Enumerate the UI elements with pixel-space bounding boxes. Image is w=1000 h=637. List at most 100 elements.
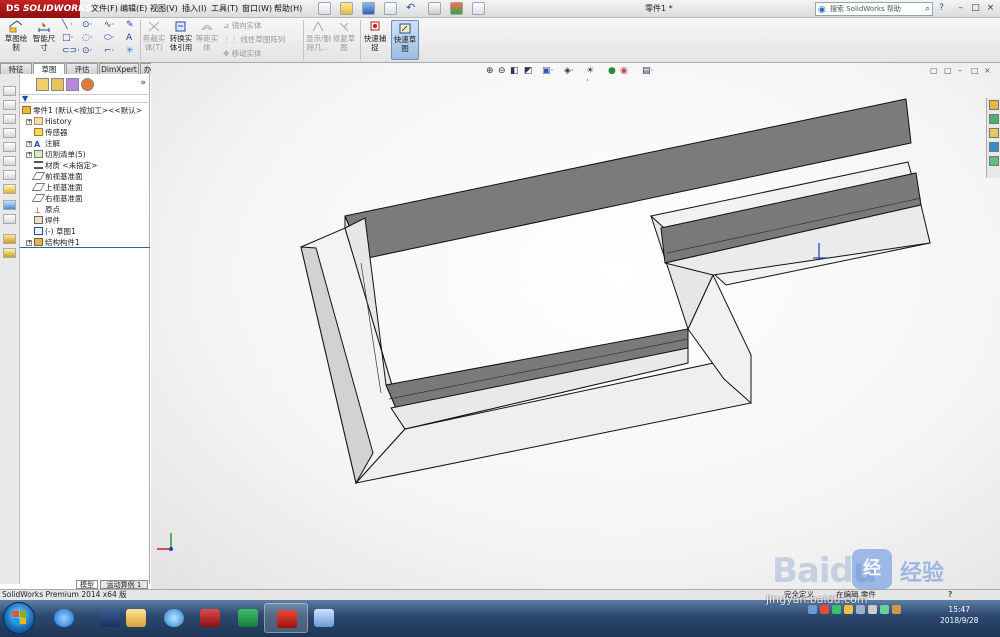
minimize-button[interactable]: – <box>955 3 966 13</box>
rapid-sketch-button[interactable]: 快速草 图 <box>391 20 419 60</box>
view-palette-icon[interactable] <box>989 142 999 152</box>
close-button[interactable]: × <box>985 3 996 13</box>
ellipse-icon[interactable]: ⬭· <box>104 33 115 43</box>
quick-snaps-button[interactable]: 快速捕 捉 <box>363 20 387 52</box>
filter-icon[interactable]: ▼ <box>22 94 28 103</box>
taskbar-ie[interactable] <box>42 603 86 633</box>
display-manager-tab-icon[interactable] <box>81 78 94 91</box>
tree-item-origin[interactable]: ⊥ 原点 <box>34 205 60 215</box>
tree-item-sensors[interactable]: 传感器 <box>34 128 68 138</box>
feature-tree-tab-icon[interactable] <box>36 78 49 91</box>
start-button[interactable] <box>3 602 35 634</box>
expand-icon[interactable]: + <box>26 152 32 158</box>
tree-item-front-plane[interactable]: 前视基准面 <box>31 172 83 182</box>
tray-volume-icon[interactable] <box>856 605 865 614</box>
smart-dimension-button[interactable]: 智能尺 寸 <box>31 20 57 52</box>
save-icon[interactable] <box>362 2 375 15</box>
tab-model[interactable]: 模型 <box>76 580 98 589</box>
structural-member-icon[interactable] <box>3 100 16 110</box>
gusset-icon[interactable] <box>3 142 16 152</box>
taskbar-clock[interactable]: 15:47 2018/9/28 <box>940 604 978 626</box>
design-library-icon[interactable] <box>989 114 999 124</box>
expand-icon[interactable]: + <box>26 119 32 125</box>
construction-point-icon[interactable]: ✳ <box>126 46 134 56</box>
appearances-icon[interactable] <box>989 156 999 166</box>
reference-geometry-icon[interactable] <box>3 234 16 244</box>
tray-notification-icon[interactable] <box>844 605 853 614</box>
feature-filter[interactable]: ▼ <box>20 94 150 103</box>
display-delete-relations-button[interactable]: 显示/删 除几... <box>306 20 331 52</box>
tray-update-icon[interactable] <box>832 605 841 614</box>
rollback-bar[interactable] <box>20 247 150 248</box>
new-document-icon[interactable] <box>318 2 331 15</box>
restore-button[interactable]: □ <box>970 3 981 13</box>
weldment-frame-model[interactable] <box>151 63 1000 589</box>
line-icon[interactable]: ╲ · <box>62 20 73 30</box>
menu-insert[interactable]: 插入(I) <box>182 3 207 14</box>
magnifier-icon[interactable]: ⌕ <box>925 3 930 15</box>
sketch-button[interactable]: 草图绘 制 <box>3 20 29 52</box>
curves-icon[interactable] <box>3 248 16 258</box>
repair-sketch-button[interactable]: 修复草 图 <box>332 20 356 52</box>
menu-window[interactable]: 窗口(W) <box>242 3 272 14</box>
menu-help[interactable]: 帮助(H) <box>274 3 302 14</box>
tray-antivirus-icon[interactable] <box>820 605 829 614</box>
tray-flag-icon[interactable] <box>868 605 877 614</box>
circle-icon[interactable]: ⊙· <box>82 20 92 30</box>
tree-item-history[interactable]: + History <box>26 117 72 127</box>
menu-file[interactable]: 文件(F) <box>91 3 118 14</box>
open-folder-icon[interactable] <box>340 2 353 15</box>
weldment-icon[interactable] <box>3 86 16 96</box>
spline-icon[interactable]: ∿· <box>104 20 114 30</box>
tree-item-top-plane[interactable]: 上视基准面 <box>31 183 83 193</box>
slot-icon[interactable]: ⊂⊃· <box>62 46 80 56</box>
hole-wizard-icon[interactable] <box>3 200 16 210</box>
taskbar-paint[interactable] <box>302 603 346 633</box>
expand-panel-icon[interactable]: » <box>140 78 146 88</box>
offset-entities-button[interactable]: 等距实 体 <box>195 20 219 52</box>
tree-item-weldment[interactable]: 焊件 <box>34 216 60 226</box>
expand-icon[interactable]: + <box>26 240 32 246</box>
rectangle-icon[interactable]: □· <box>62 33 73 43</box>
tree-item-right-plane[interactable]: 右视基准面 <box>31 194 83 204</box>
cut-list-icon[interactable] <box>3 184 16 194</box>
tree-root[interactable]: 零件1 (默认<按加工><<默认> <box>22 106 142 116</box>
print-icon[interactable] <box>384 2 397 15</box>
solidworks-resources-icon[interactable] <box>989 100 999 110</box>
tray-network-icon[interactable] <box>808 605 817 614</box>
file-explorer-icon[interactable] <box>989 128 999 138</box>
menu-edit[interactable]: 编辑(E) <box>120 3 147 14</box>
move-entities-button[interactable]: ✥ 移动实体 <box>223 48 262 59</box>
solidworks-logo[interactable]: DS SOLIDWORKS <box>0 0 92 18</box>
help-search-input[interactable]: ◉ 搜索 SolidWorks 帮助 ⌕ <box>815 2 933 16</box>
mirror-entities-button[interactable]: ⊿ 镜向实体 <box>223 20 262 31</box>
convert-entities-button[interactable]: 转换实 体引用 <box>168 20 194 52</box>
tab-motion-study[interactable]: 运动算例 1 <box>100 580 148 589</box>
menu-tools[interactable]: 工具(T) <box>211 3 238 14</box>
tree-item-annotations[interactable]: + A 注解 <box>26 139 60 149</box>
tree-item-material[interactable]: 材质 <未指定> <box>34 161 97 171</box>
tab-dimxpert[interactable]: DimXpert <box>99 63 139 74</box>
rebuild-icon[interactable] <box>450 2 463 15</box>
undo-icon[interactable]: ↶ <box>406 2 419 15</box>
property-manager-tab-icon[interactable] <box>51 78 64 91</box>
linear-pattern-button[interactable]: ⋮⋮ 线性草图阵列 <box>223 34 285 45</box>
text-icon[interactable]: A <box>126 33 132 43</box>
tray-app-icon[interactable] <box>880 605 889 614</box>
tab-sketch[interactable]: 草图 <box>33 63 65 74</box>
tab-evaluate[interactable]: 评估 <box>66 63 98 74</box>
tray-ime-icon[interactable] <box>892 605 901 614</box>
tab-features[interactable]: 特征 <box>0 63 32 74</box>
select-arrow-icon[interactable] <box>428 2 441 15</box>
tree-item-sketch1[interactable]: (-) 草图1 <box>34 227 76 237</box>
tree-item-cut-list[interactable]: + 切割清单(5) <box>26 150 86 160</box>
point-icon[interactable]: ✎ <box>126 20 134 30</box>
configuration-tab-icon[interactable] <box>66 78 79 91</box>
menu-view[interactable]: 视图(V) <box>150 3 178 14</box>
help-question-icon[interactable]: ? <box>936 3 947 13</box>
chamfer-icon[interactable] <box>3 214 16 224</box>
polygon-icon[interactable]: ⊙· <box>82 46 92 56</box>
extruded-boss-icon[interactable] <box>3 170 16 180</box>
trim-extend-icon[interactable] <box>3 114 16 124</box>
trim-button[interactable]: 剪裁实 体(T) <box>142 20 166 52</box>
